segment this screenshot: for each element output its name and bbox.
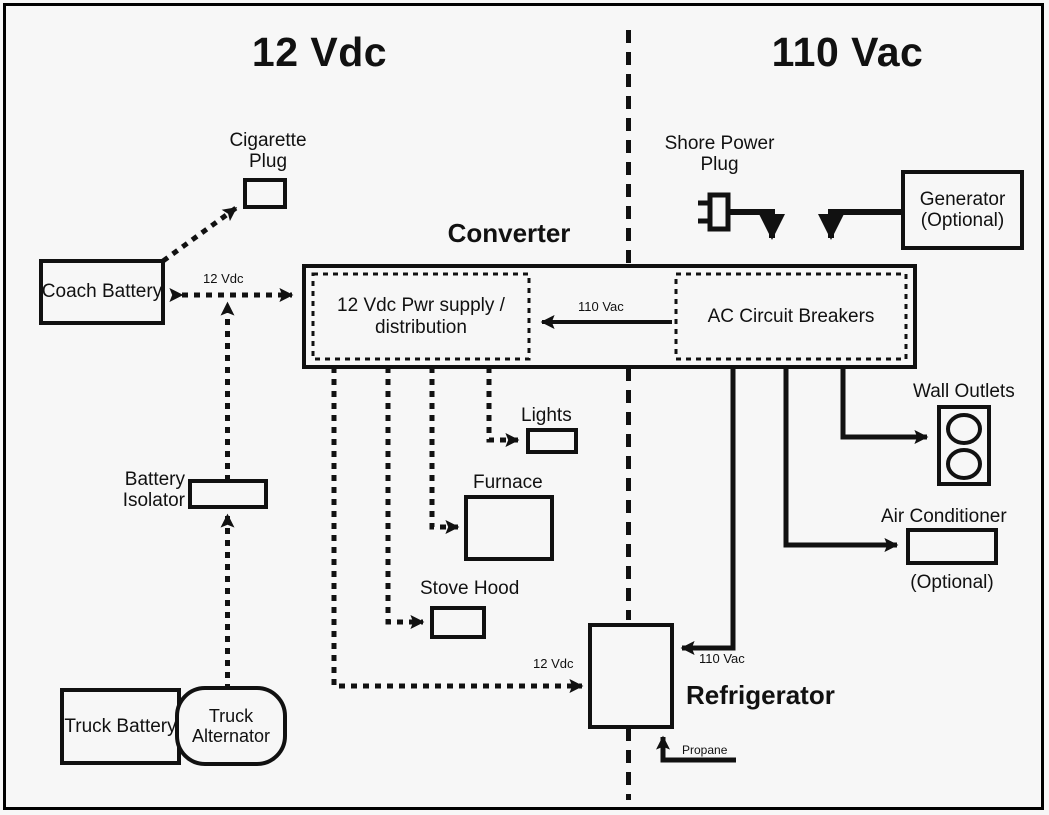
coach-battery-box[interactable]: [39, 259, 165, 325]
generator-box[interactable]: [901, 170, 1024, 250]
wire-label-12vdc-fridge: 12 Vdc: [533, 656, 574, 671]
shore-power-plug-label: Shore Power Plug: [664, 133, 775, 176]
shore-power-plug-icon: [698, 192, 731, 232]
title-110vac: 110 Vac: [771, 29, 924, 75]
air-conditioner-optional-label: (Optional): [910, 572, 994, 593]
converter-title: Converter: [447, 218, 571, 248]
wire-ac-to-refrigerator: [680, 367, 736, 655]
wire-dc-to-furnace: [429, 367, 460, 534]
wire-label-110vac-converter: 110 Vac: [578, 299, 624, 314]
truck-alternator-box[interactable]: [175, 686, 287, 766]
diagram-canvas: 12 Vdc 110 Vac Converter 12 Vdc Pwr supp…: [0, 0, 1049, 815]
furnace-label: Furnace: [473, 472, 543, 493]
refrigerator-label: Refrigerator: [686, 680, 835, 710]
wall-outlets-label: Wall Outlets: [913, 381, 1015, 402]
propane-label: Propane: [682, 743, 728, 757]
ac-circuit-breakers-box[interactable]: [674, 272, 908, 361]
lights-box[interactable]: [526, 428, 578, 454]
air-conditioner-box[interactable]: [906, 528, 998, 565]
battery-isolator-box[interactable]: [188, 479, 268, 509]
lights-label: Lights: [521, 405, 572, 426]
wire-label-12vdc-battery: 12 Vdc: [203, 271, 244, 286]
wire-shore-power-to-breakers: [728, 209, 785, 240]
stove-hood-box[interactable]: [430, 606, 486, 639]
wire-label-110vac-fridge: 110 Vac: [699, 651, 745, 666]
wire-dc-to-lights: [486, 367, 520, 447]
furnace-box[interactable]: [464, 495, 554, 561]
air-conditioner-label: Air Conditioner: [881, 506, 1007, 527]
wire-coach-battery-to-cigarette-plug: [161, 205, 238, 264]
cigarette-plug-label: Cigarette Plug: [229, 130, 307, 173]
wire-dc-to-stove-hood: [385, 367, 425, 629]
wall-outlets-box[interactable]: [937, 405, 991, 486]
stove-hood-label: Stove Hood: [420, 578, 520, 599]
battery-isolator-label: Battery Isolator: [122, 469, 185, 512]
truck-battery-box[interactable]: [60, 688, 181, 765]
title-12vdc: 12 Vdc: [251, 29, 388, 75]
wire-generator-to-breakers: [818, 209, 903, 240]
dc-power-supply-box[interactable]: [311, 272, 531, 361]
cigarette-plug-box[interactable]: [243, 178, 287, 209]
refrigerator-box[interactable]: [588, 623, 674, 729]
